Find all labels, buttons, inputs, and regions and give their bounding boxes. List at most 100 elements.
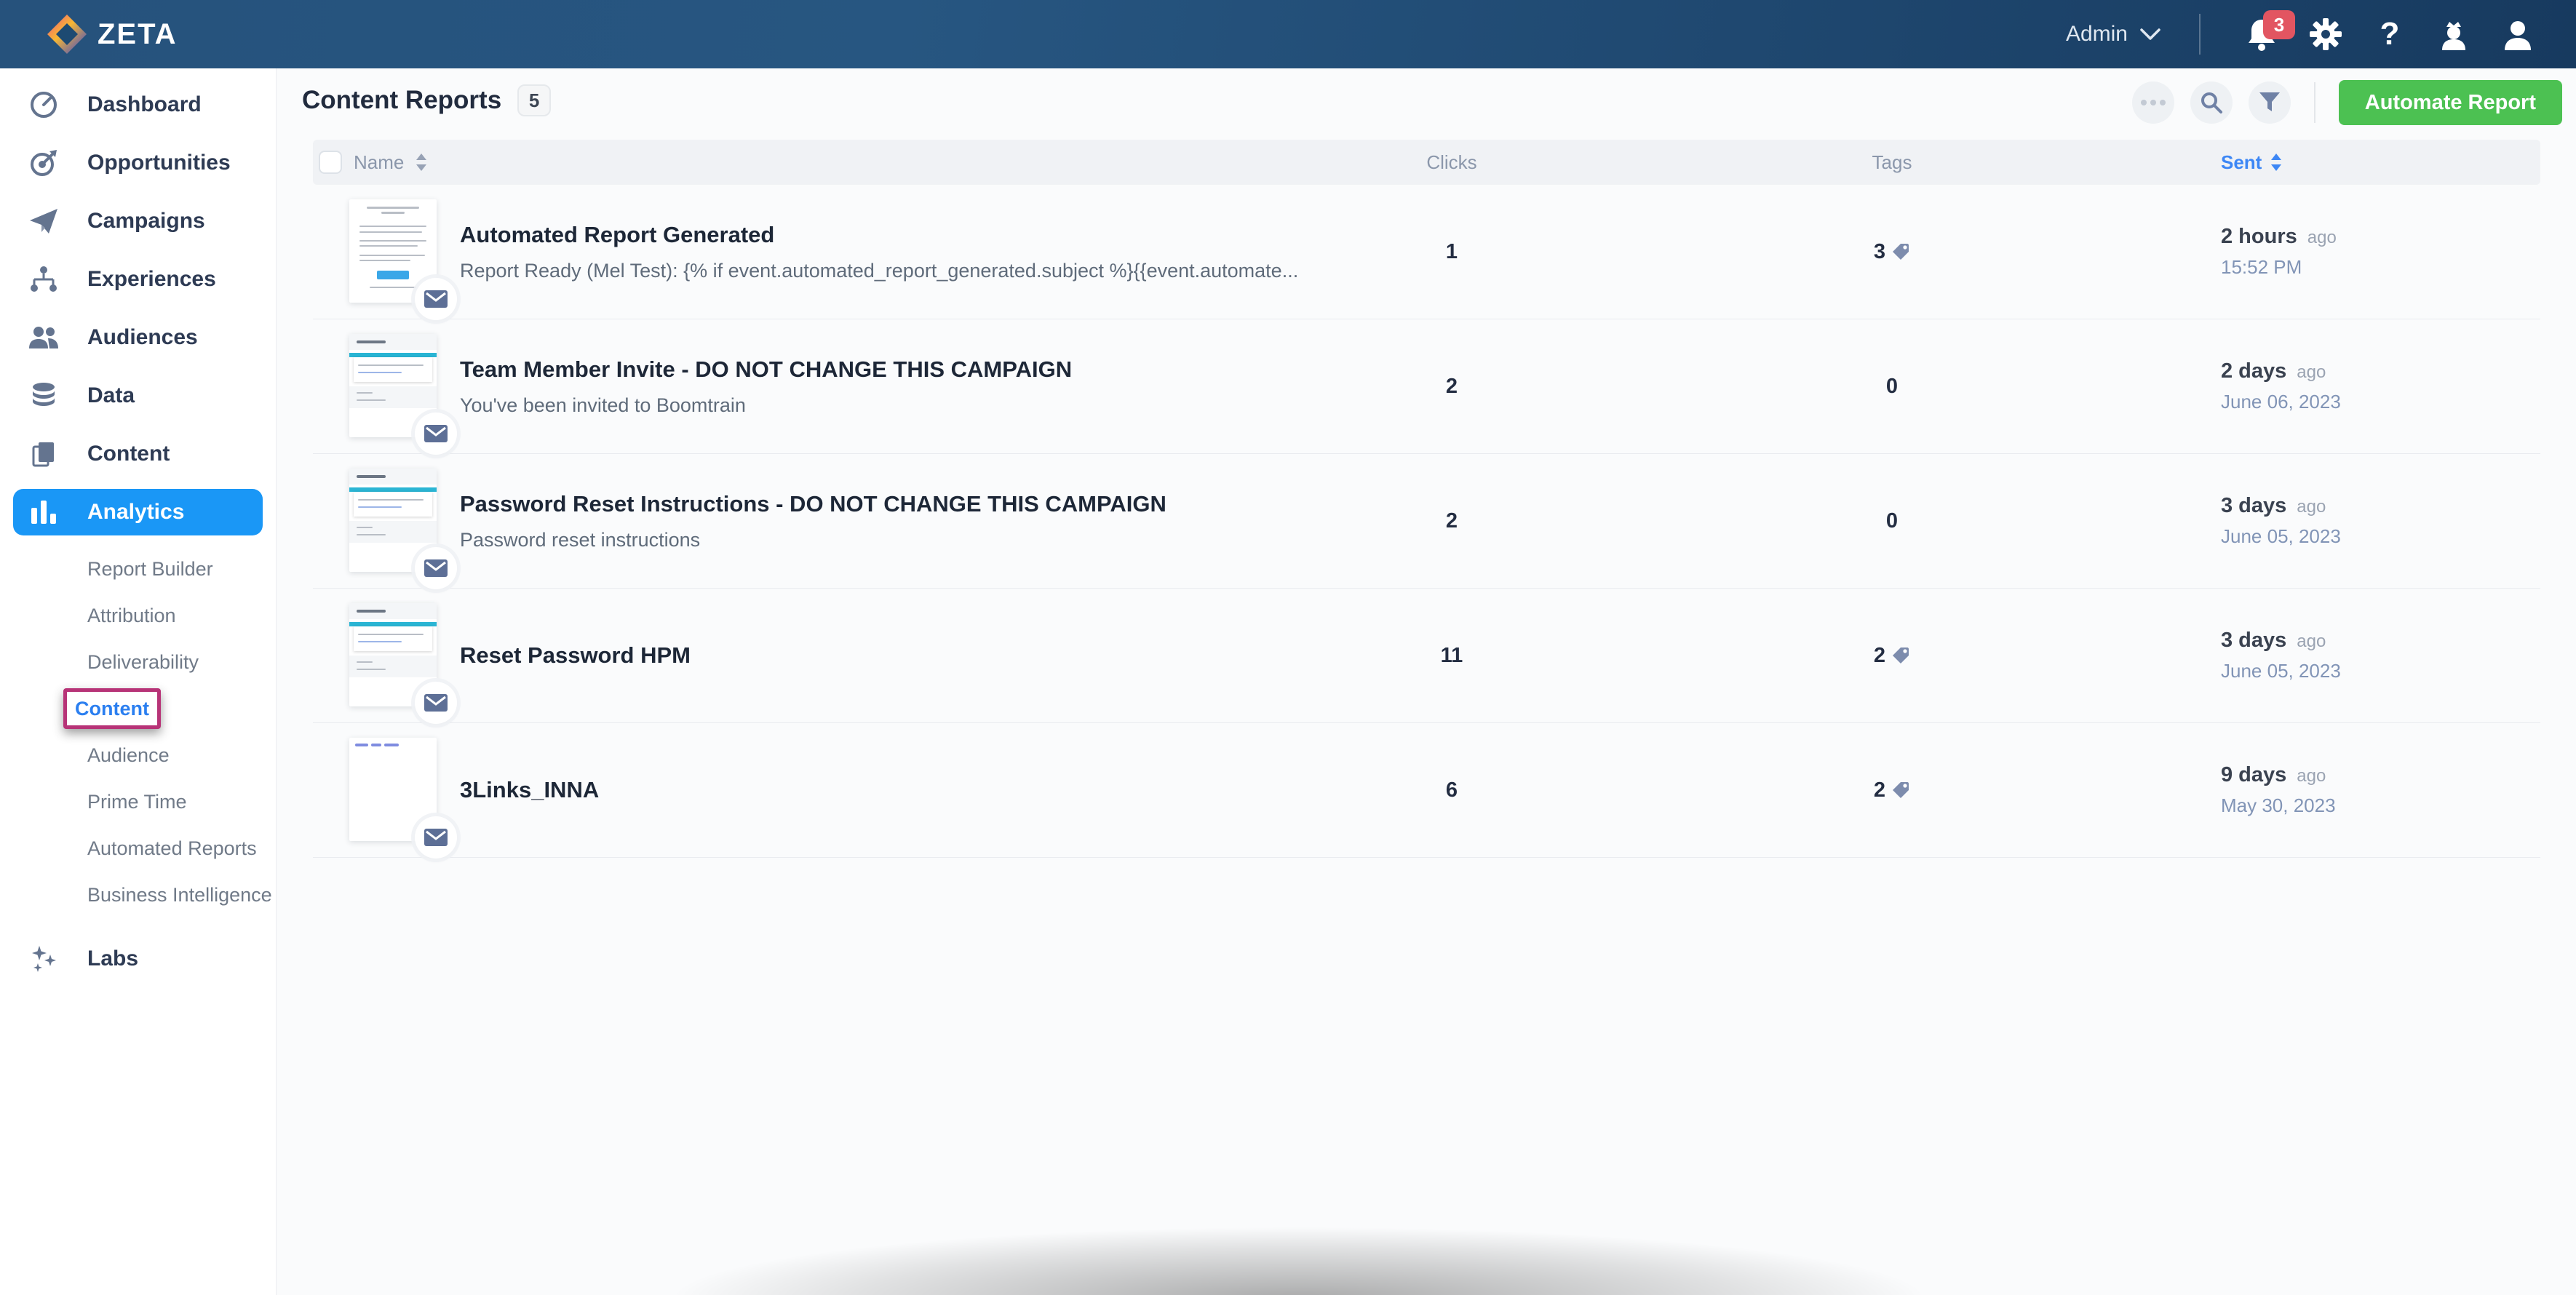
sent-value: 2 days ago June 06, 2023 (2221, 319, 2527, 453)
sidebar-item-analytics[interactable]: Analytics (13, 489, 263, 535)
chevron-down-icon (2139, 28, 2161, 41)
settings-button[interactable] (2294, 0, 2358, 68)
subnav-deliverability[interactable]: Deliverability (0, 639, 276, 685)
column-header-clicks[interactable]: Clicks (1394, 151, 1510, 174)
sort-icon (2270, 153, 2282, 172)
toolbar-divider (2314, 82, 2315, 123)
filter-icon (2259, 92, 2281, 113)
question-mark-icon: ? (2380, 16, 2400, 52)
clicks-value: 11 (1394, 589, 1510, 722)
subnav-content-active[interactable]: Content (0, 685, 276, 732)
table-row[interactable]: Automated Report Generated Report Ready … (313, 185, 2540, 319)
table-row[interactable]: Team Member Invite - DO NOT CHANGE THIS … (313, 319, 2540, 454)
clicks-value: 2 (1394, 319, 1510, 453)
profile-button[interactable] (2486, 0, 2550, 68)
filter-button[interactable] (2249, 81, 2291, 124)
subnav-attribution[interactable]: Attribution (0, 592, 276, 639)
flow-icon (28, 265, 60, 294)
report-count-badge: 5 (517, 84, 551, 116)
table-header: Name Clicks Tags Sent (313, 140, 2540, 185)
table-row[interactable]: Reset Password HPM 11 2 3 days ago June … (313, 589, 2540, 723)
admin-menu[interactable]: Admin (2066, 22, 2161, 47)
target-icon (28, 148, 60, 178)
content-annotation-box: Content (63, 688, 161, 729)
clicks-value: 1 (1394, 185, 1510, 319)
subnav-automated-reports[interactable]: Automated Reports (0, 825, 276, 872)
tag-icon (1891, 781, 1910, 800)
user-crown-icon (2436, 17, 2471, 52)
report-subject: Report Ready (Mel Test): {% if event.aut… (460, 260, 1377, 282)
paper-plane-icon (28, 207, 60, 235)
analytics-subnav: Report Builder Attribution Deliverabilit… (0, 546, 276, 918)
report-subject: You've been invited to Boomtrain (460, 394, 1377, 417)
page-title: Content Reports (302, 86, 501, 115)
tags-value: 3 (1834, 185, 1950, 319)
sent-value: 3 days ago June 05, 2023 (2221, 454, 2527, 588)
tag-icon (1891, 646, 1910, 665)
search-icon (2200, 91, 2223, 114)
column-header-tags[interactable]: Tags (1834, 151, 1950, 174)
automate-report-button[interactable]: Automate Report (2339, 80, 2562, 125)
top-bar: ZETA Admin 3 (0, 0, 2576, 68)
ellipsis-icon (2140, 99, 2166, 106)
sent-value: 9 days ago May 30, 2023 (2221, 723, 2527, 857)
report-name: Automated Report Generated (460, 222, 1377, 248)
report-name: Reset Password HPM (460, 642, 1377, 669)
search-button[interactable] (2190, 81, 2233, 124)
gear-icon (2308, 17, 2343, 52)
clicks-value: 6 (1394, 723, 1510, 857)
sidebar-item-labs[interactable]: Labs (0, 930, 276, 988)
admin-users-button[interactable] (2422, 0, 2486, 68)
notifications-button[interactable]: 3 (2230, 0, 2294, 68)
subnav-prime-time[interactable]: Prime Time (0, 778, 276, 825)
help-button[interactable]: ? (2358, 0, 2422, 68)
notification-badge: 3 (2263, 10, 2295, 39)
sidebar-item-dashboard[interactable]: Dashboard (0, 76, 276, 134)
content-reports-table: Name Clicks Tags Sent Au (313, 140, 2540, 858)
user-icon (2500, 17, 2535, 52)
tags-value: 0 (1834, 454, 1950, 588)
brand-name: ZETA (98, 18, 177, 51)
more-options-button[interactable] (2132, 81, 2174, 124)
clicks-value: 2 (1394, 454, 1510, 588)
subnav-audience[interactable]: Audience (0, 732, 276, 778)
sidebar-item-data[interactable]: Data (0, 367, 276, 425)
subnav-business-intelligence[interactable]: Business Intelligence (0, 872, 276, 918)
sent-value: 3 days ago June 05, 2023 (2221, 589, 2527, 722)
report-name: Password Reset Instructions - DO NOT CHA… (460, 491, 1377, 517)
topbar-divider (2199, 14, 2201, 55)
database-icon (28, 381, 60, 410)
dashboard-icon (28, 90, 60, 119)
column-header-sent[interactable]: Sent (2221, 151, 2527, 174)
sidebar-item-content[interactable]: Content (0, 425, 276, 483)
people-icon (28, 324, 60, 351)
column-header-name[interactable]: Name (319, 151, 427, 174)
tag-icon (1891, 242, 1910, 261)
toolbar: Automate Report (2132, 80, 2562, 125)
sidebar-item-experiences[interactable]: Experiences (0, 250, 276, 308)
table-row[interactable]: Password Reset Instructions - DO NOT CHA… (313, 454, 2540, 589)
email-channel-icon (415, 816, 457, 858)
subnav-report-builder[interactable]: Report Builder (0, 546, 276, 592)
zeta-diamond-icon (47, 14, 87, 55)
tags-value: 2 (1834, 723, 1950, 857)
admin-label: Admin (2066, 22, 2128, 47)
report-name: 3Links_INNA (460, 777, 1377, 803)
sidebar-item-opportunities[interactable]: Opportunities (0, 134, 276, 192)
brand-logo[interactable]: ZETA (47, 14, 177, 55)
bar-chart-icon (28, 499, 60, 525)
email-channel-icon (415, 547, 457, 589)
sort-icon (416, 153, 427, 172)
overlay-shadow (604, 1222, 1994, 1295)
email-channel-icon (415, 413, 457, 455)
table-row[interactable]: 3Links_INNA 6 2 9 days ago May 30, 2023 (313, 723, 2540, 858)
sidebar-item-campaigns[interactable]: Campaigns (0, 192, 276, 250)
select-all-checkbox[interactable] (319, 151, 342, 174)
sidebar: Dashboard Opportunities Campaigns Experi… (0, 68, 277, 1295)
tags-value: 2 (1834, 589, 1950, 722)
documents-icon (28, 439, 60, 469)
email-channel-icon (415, 278, 457, 320)
main-content: Content Reports 5 Automate Report Name (277, 68, 2576, 1295)
sidebar-item-audiences[interactable]: Audiences (0, 308, 276, 367)
sparkles-icon (28, 944, 60, 973)
